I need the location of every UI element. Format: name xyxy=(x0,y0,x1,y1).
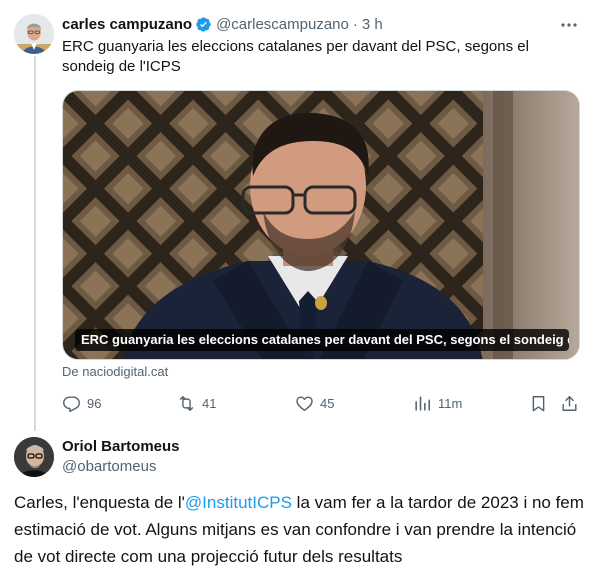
mention-link[interactable]: @InstitutICPS xyxy=(185,493,292,512)
card-caption: ERC guanyaria les eleccions catalanes pe… xyxy=(75,329,569,351)
card-source[interactable]: De naciodigital.cat xyxy=(62,364,168,380)
reply-header: Oriol Bartomeus @obartomeus xyxy=(62,437,180,477)
author-handle[interactable]: @carlescampuzano xyxy=(216,16,349,33)
views-button[interactable]: 11m xyxy=(413,392,462,414)
verified-badge-icon xyxy=(195,16,212,33)
separator-dot: · xyxy=(352,15,358,33)
more-options-button[interactable] xyxy=(558,14,580,34)
like-count: 45 xyxy=(320,395,335,411)
repost-icon xyxy=(179,395,194,411)
bookmark-icon xyxy=(532,395,545,411)
reply-icon xyxy=(63,395,80,412)
tweet-header: carles campuzano @carlescampuzano · 3 h xyxy=(62,14,383,34)
like-button[interactable]: 45 xyxy=(295,392,334,414)
reply-button[interactable]: 96 xyxy=(62,392,101,414)
like-icon xyxy=(296,395,313,411)
tweet-text: ERC guanyaria les eleccions catalanes pe… xyxy=(62,38,529,75)
timestamp[interactable]: 3 h xyxy=(362,16,383,33)
repost-button[interactable]: 41 xyxy=(177,392,216,414)
action-bar: 96 41 45 11m xyxy=(62,392,587,414)
share-button[interactable] xyxy=(560,392,579,414)
more-icon xyxy=(560,15,578,33)
author-name[interactable]: Oriol Bartomeus xyxy=(62,437,180,457)
repost-count: 41 xyxy=(202,395,217,411)
author-name[interactable]: carles campuzano xyxy=(62,16,192,33)
views-count: 11m xyxy=(438,395,463,411)
views-icon xyxy=(415,395,431,411)
reply-count: 96 xyxy=(87,395,102,411)
author-handle[interactable]: @obartomeus xyxy=(62,457,180,477)
share-icon xyxy=(562,395,577,411)
bookmark-button[interactable] xyxy=(529,392,548,414)
reply-text-start: Carles, l'enquesta de l' xyxy=(14,493,185,512)
link-card[interactable]: ERC guanyaria les eleccions catalanes pe… xyxy=(62,90,580,360)
reply-text: Carles, l'enquesta de l'@InstitutICPS la… xyxy=(14,489,594,570)
avatar[interactable] xyxy=(14,437,54,477)
tweet-original[interactable]: carles campuzano @carlescampuzano · 3 h … xyxy=(0,0,607,430)
avatar[interactable] xyxy=(14,14,54,54)
card-image xyxy=(63,91,579,359)
